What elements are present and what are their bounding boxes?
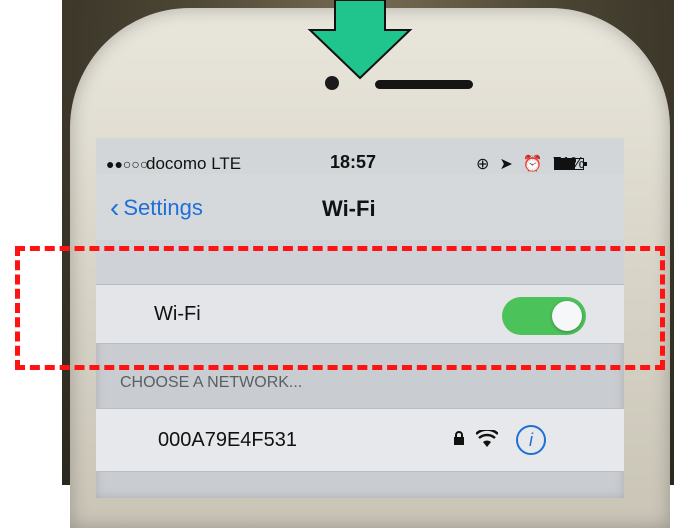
- network-ssid: 000A79E4F531: [158, 429, 298, 451]
- status-bar: ●●○○○ docomo LTE 18:57 ⊕ ➤ ⏰ 71%: [96, 138, 624, 174]
- location-icon: ➤: [499, 156, 513, 173]
- navigation-bar: ‹ Settings Wi-Fi: [96, 174, 624, 241]
- clock-time: 18:57: [330, 152, 377, 172]
- down-arrow-annotation: [307, 0, 413, 80]
- signal-strength-dots: ●●○○○: [106, 156, 149, 172]
- earpiece-speaker: [375, 80, 473, 89]
- battery-icon: [554, 158, 587, 170]
- network-row[interactable]: 000A79E4F531 i: [96, 408, 624, 472]
- page-title: Wi-Fi: [322, 196, 376, 221]
- network-info-button[interactable]: i: [516, 425, 546, 455]
- choose-network-header: CHOOSE A NETWORK...: [120, 374, 303, 391]
- rotation-lock-icon: ⊕: [476, 156, 490, 173]
- back-button-label: Settings: [123, 195, 203, 220]
- lock-icon: [454, 431, 464, 445]
- wifi-highlight-box: [15, 246, 665, 370]
- alarm-icon: ⏰: [522, 156, 543, 173]
- chevron-left-icon: ‹: [110, 192, 120, 223]
- carrier-label: docomo LTE: [146, 154, 242, 173]
- wifi-icon: [476, 430, 498, 447]
- back-button[interactable]: ‹ Settings: [110, 194, 203, 222]
